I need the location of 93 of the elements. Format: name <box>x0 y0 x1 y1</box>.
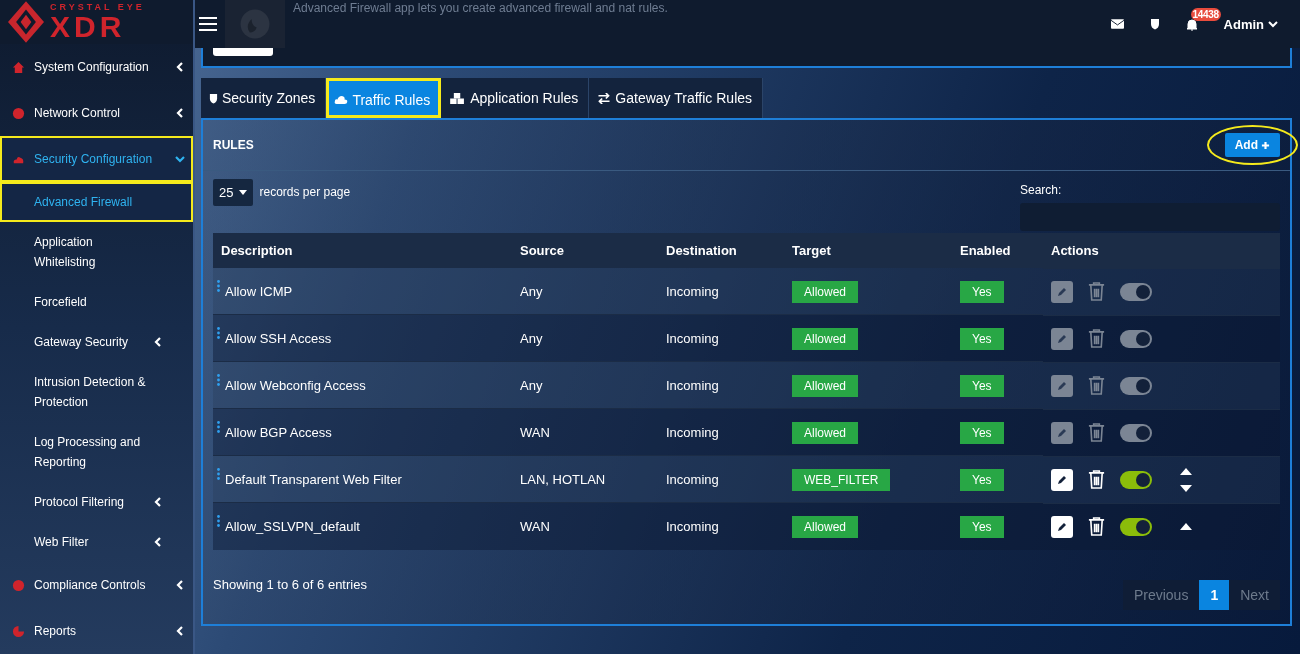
brand-tagline: CRYSTAL EYE <box>50 2 145 12</box>
table-cell: Allow BGP Access <box>225 424 332 440</box>
column-header: Actions <box>1043 233 1280 268</box>
toggle-switch[interactable] <box>1120 470 1152 489</box>
target-tag: Allowed <box>792 374 859 397</box>
table-cell: Allow ICMP <box>225 283 293 299</box>
sidebar-subitem[interactable]: Log Processing and Reporting <box>0 422 193 482</box>
column-header: Destination <box>658 233 784 268</box>
chevron-icon <box>153 537 163 547</box>
sidebar-subitem[interactable]: Web Filter <box>0 522 193 562</box>
records-label: records per page <box>259 185 351 199</box>
target-tag: WEB_FILTER <box>792 468 891 491</box>
menu-icon[interactable] <box>199 17 217 31</box>
edit-icon[interactable] <box>1051 515 1073 538</box>
pagination-button[interactable]: 1 <box>1199 579 1230 610</box>
enabled-tag: Yes <box>960 515 1004 538</box>
table-cell: Incoming <box>666 518 719 534</box>
tab[interactable]: Security Zones <box>201 78 327 118</box>
sidebar-subitem[interactable]: Advanced Firewall <box>0 182 193 222</box>
sidebar-subitem[interactable]: Gateway Security <box>0 322 193 362</box>
table-cell: WAN <box>520 424 550 440</box>
enabled-tag: Yes <box>960 327 1004 350</box>
target-tag: Allowed <box>792 421 859 444</box>
swap-arrows-icon <box>597 92 612 104</box>
column-header: Description <box>213 233 512 268</box>
move-up-icon[interactable] <box>1180 523 1192 530</box>
sidebar-item[interactable]: Compliance Controls <box>0 562 193 608</box>
chevron-icon <box>153 497 163 507</box>
brand-name: XDR <box>50 11 126 42</box>
target-tag: Allowed <box>792 515 859 538</box>
edit-icon[interactable] <box>1051 468 1073 491</box>
sidebar-subitem[interactable]: Forcefield <box>0 282 193 322</box>
bell-icon[interactable] <box>1185 17 1198 31</box>
drag-handle-icon[interactable] <box>217 514 220 527</box>
mail-icon[interactable] <box>1110 19 1124 29</box>
home-icon <box>12 60 25 74</box>
table-cell: Incoming <box>666 471 719 487</box>
pagination-button[interactable]: Next <box>1229 579 1280 610</box>
sidebar-item[interactable]: System Configuration <box>0 44 193 90</box>
table-cell: Allow Webconfig Access <box>225 377 366 393</box>
add-button[interactable]: Add <box>1224 133 1280 157</box>
chevron-icon <box>153 337 163 347</box>
app-description: Advanced Firewall app lets you create advanced firewall and nat rules. <box>293 1 668 15</box>
cloud-icon <box>334 94 349 105</box>
table-cell: Incoming <box>666 330 719 346</box>
pie-icon <box>12 624 25 638</box>
enabled-tag: Yes <box>960 468 1004 491</box>
table-cell: Allow_SSLVPN_default <box>225 518 360 534</box>
user-menu[interactable]: Admin <box>1223 16 1278 32</box>
table-cell: Incoming <box>666 283 719 299</box>
table-cell: Any <box>520 377 543 393</box>
table-cell: LAN, HOTLAN <box>520 471 606 487</box>
move-down-icon[interactable] <box>1180 484 1192 492</box>
plus-icon <box>1261 140 1270 150</box>
page-size-select[interactable]: 25 <box>213 179 254 206</box>
enabled-tag: Yes <box>960 421 1004 444</box>
shield-icon[interactable] <box>1149 18 1160 30</box>
caret-icon <box>239 190 248 195</box>
table-cell: Any <box>520 330 543 346</box>
sidebar-item[interactable]: Reports <box>0 608 193 654</box>
table-cell: Any <box>520 283 543 299</box>
pagination-button[interactable]: Previous <box>1122 579 1200 610</box>
entries-info: Showing 1 to 6 of 6 entries <box>213 577 367 592</box>
panel-title: RULES <box>213 138 254 152</box>
move-up-icon[interactable] <box>1180 467 1192 475</box>
column-header: Enabled <box>952 233 1043 268</box>
table-cell: Incoming <box>666 377 719 393</box>
column-header: Target <box>784 233 952 268</box>
caret-icon <box>1268 20 1278 28</box>
app-image-frame <box>213 48 273 56</box>
tab[interactable]: Traffic Rules <box>326 78 442 118</box>
table-cell: Allow SSH Access <box>225 330 332 346</box>
table-cell: Default Transparent Web Filter <box>225 471 402 487</box>
drag-handle-icon[interactable] <box>217 467 220 480</box>
cubes-icon <box>449 92 467 104</box>
tab[interactable]: Application Rules <box>441 78 590 118</box>
notification-badge: 14438 <box>1190 7 1221 21</box>
target-tag: Allowed <box>792 327 859 350</box>
column-header: Source <box>512 233 658 268</box>
sidebar-item[interactable]: Security Configuration <box>0 136 193 182</box>
target-tag: Allowed <box>792 280 859 303</box>
sidebar-subitem[interactable]: Protocol Filtering <box>0 482 193 522</box>
shield-icon <box>209 92 218 104</box>
table-cell: WAN <box>520 518 550 534</box>
search-label: Search: <box>1020 183 1063 197</box>
toggle-switch[interactable] <box>1120 517 1152 536</box>
enabled-tag: Yes <box>960 280 1004 303</box>
sidebar-item[interactable]: Network Control <box>0 90 193 136</box>
enabled-tag: Yes <box>960 374 1004 397</box>
table-cell: Incoming <box>666 424 719 440</box>
tab[interactable]: Gateway Traffic Rules <box>589 78 764 118</box>
sidebar-subitem[interactable]: Intrusion Detection & Protection <box>0 362 193 422</box>
sidebar-subitem[interactable]: Application Whitelisting <box>0 222 193 282</box>
